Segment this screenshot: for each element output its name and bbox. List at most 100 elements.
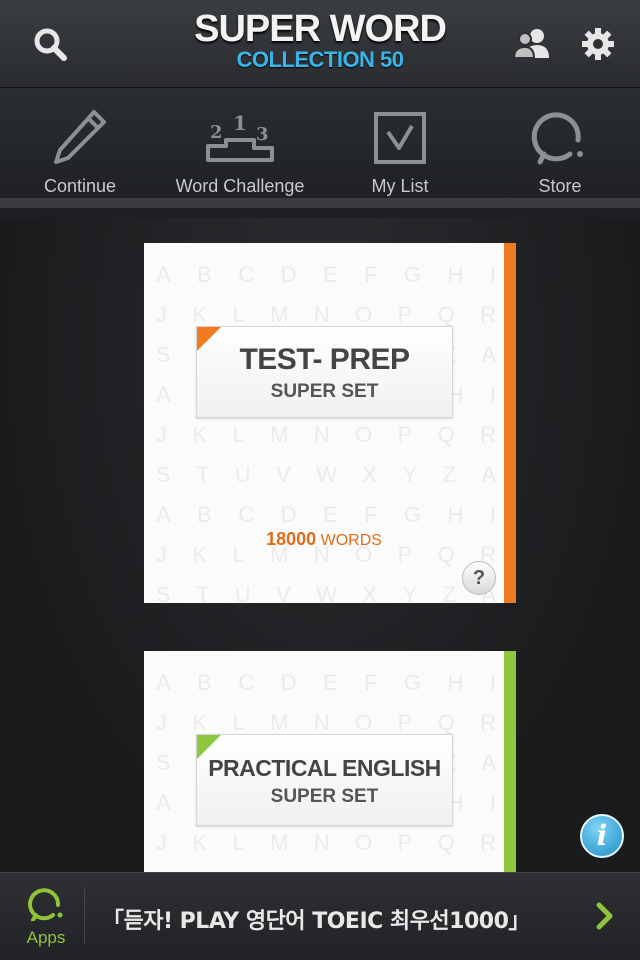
letter-cell: V [276, 462, 291, 487]
letter-cell: S [156, 582, 171, 603]
card-accent-stripe [504, 651, 516, 872]
store-icon [531, 112, 583, 165]
nav-my-list[interactable]: My List [320, 88, 480, 198]
letter-cell: A [156, 670, 171, 695]
card-subtitle: SUPER SET [270, 786, 379, 807]
letter-cell: Y [402, 462, 418, 487]
letter-cell: G [403, 670, 422, 695]
letter-cell: R [480, 710, 496, 735]
podium-icon: 2 1 3 [206, 111, 274, 162]
letter-cell: E [322, 262, 338, 287]
card-corner-tag [197, 327, 221, 351]
letter-cell: J [156, 302, 167, 327]
letter-cell: W [316, 582, 337, 603]
letter-cell: Q [437, 830, 455, 855]
nav-continue[interactable]: Continue [0, 88, 160, 198]
letter-cell: Q [437, 422, 455, 447]
letter-cell: W [316, 863, 337, 872]
letter-cell: S [156, 750, 171, 775]
card-accent-stripe [504, 243, 516, 603]
letter-row: STUVWXYZA [156, 455, 496, 495]
info-button[interactable]: i [580, 814, 624, 858]
letter-cell: A [481, 462, 496, 487]
letter-cell: G [403, 262, 422, 287]
letter-cell: N [313, 422, 330, 447]
letter-cell: B [197, 262, 212, 287]
apps-icon [28, 888, 63, 922]
letter-cell: A [156, 790, 171, 815]
letter-cell: H [447, 262, 464, 287]
top-bar: SUPER WORD COLLECTION 50 [0, 0, 640, 88]
letter-cell: T [196, 582, 210, 603]
nav-continue-label: Continue [43, 176, 117, 196]
letter-cell: X [362, 582, 378, 603]
letter-cell: J [156, 710, 167, 735]
letter-cell: Z [442, 462, 456, 487]
letter-cell: M [270, 422, 289, 447]
letter-cell: A [156, 382, 171, 407]
letter-cell: A [481, 342, 496, 367]
letter-cell: Y [402, 863, 417, 872]
apps-button[interactable]: Apps [18, 887, 74, 948]
letter-cell: U [234, 462, 251, 487]
nav-store[interactable]: Store [480, 88, 640, 198]
letter-cell: B [197, 670, 212, 695]
letter-cell: J [156, 830, 167, 855]
letter-cell: X [362, 863, 377, 872]
letter-cell: S [156, 462, 171, 487]
apps-label: Apps [26, 928, 66, 947]
divider [84, 887, 85, 945]
friends-button[interactable] [508, 20, 556, 68]
chevron-right-icon[interactable] [594, 901, 616, 931]
letter-cell: X [362, 462, 378, 487]
letter-cell: A [156, 262, 171, 287]
letter-cell: D [280, 262, 297, 287]
letter-cell: K [192, 422, 208, 447]
letter-cell: D [280, 670, 297, 695]
checkbox-icon [374, 112, 426, 164]
letter-row: JKLMNOPQR [156, 823, 496, 863]
card-label: PRACTICAL ENGLISH SUPER SET [196, 734, 453, 826]
letter-cell: T [196, 462, 210, 487]
letter-cell: A [481, 863, 496, 872]
svg-text:1: 1 [233, 111, 247, 135]
word-count: 18000 WORDS [144, 529, 504, 550]
word-count-number: 18000 [266, 529, 317, 549]
letter-cell: L [232, 422, 245, 447]
letter-row: STUVWXYZA [156, 575, 496, 603]
letter-cell: P [397, 830, 413, 855]
letter-cell: I [489, 382, 496, 407]
collection-card-practical-english[interactable]: ABCDEFGHIJKLMNOPQRSTUVWXYZAABCDEFGHIJKLM… [144, 651, 516, 872]
letter-cell: U [234, 582, 251, 603]
letter-cell: O [355, 422, 373, 447]
letter-cell: Z [442, 863, 455, 872]
letter-row: STUVWXYZA [156, 863, 496, 872]
card-title: TEST- PREP [239, 343, 410, 376]
letter-cell: P [397, 422, 413, 447]
nav-word-challenge[interactable]: 2 1 3 Word Challenge [160, 88, 320, 198]
letter-cell: O [355, 830, 373, 855]
letter-cell: S [156, 342, 171, 367]
letter-cell: V [276, 863, 291, 872]
letter-cell: I [489, 670, 496, 695]
main-nav: Continue 2 1 3 Word Challenge My List St… [0, 88, 640, 208]
card-subtitle: SUPER SET [270, 381, 379, 402]
settings-button[interactable] [574, 20, 622, 68]
promo-banner-text[interactable]: 「듣자! PLAY 영단어 TOEIC 최우선1000」 [102, 903, 530, 935]
letter-cell: C [238, 262, 255, 287]
friends-icon [512, 29, 549, 59]
letter-cell: R [480, 830, 496, 855]
letter-cell: L [232, 830, 245, 855]
collection-card-test-prep[interactable]: ABCDEFGHIJKLMNOPQRSTUVWXYZAABCDEFGHIJKLM… [144, 243, 516, 603]
card-title: PRACTICAL ENGLISH [208, 755, 441, 781]
letter-cell: N [313, 830, 330, 855]
letter-cell: E [322, 670, 338, 695]
letter-cell: V [276, 582, 291, 603]
letter-cell: R [480, 422, 496, 447]
help-button[interactable]: ? [462, 561, 496, 595]
card-corner-tag [197, 735, 221, 759]
letter-cell: Z [442, 582, 456, 603]
letter-cell: F [364, 670, 378, 695]
letter-cell: H [447, 670, 464, 695]
collection-list[interactable]: ABCDEFGHIJKLMNOPQRSTUVWXYZAABCDEFGHIJKLM… [0, 218, 640, 872]
